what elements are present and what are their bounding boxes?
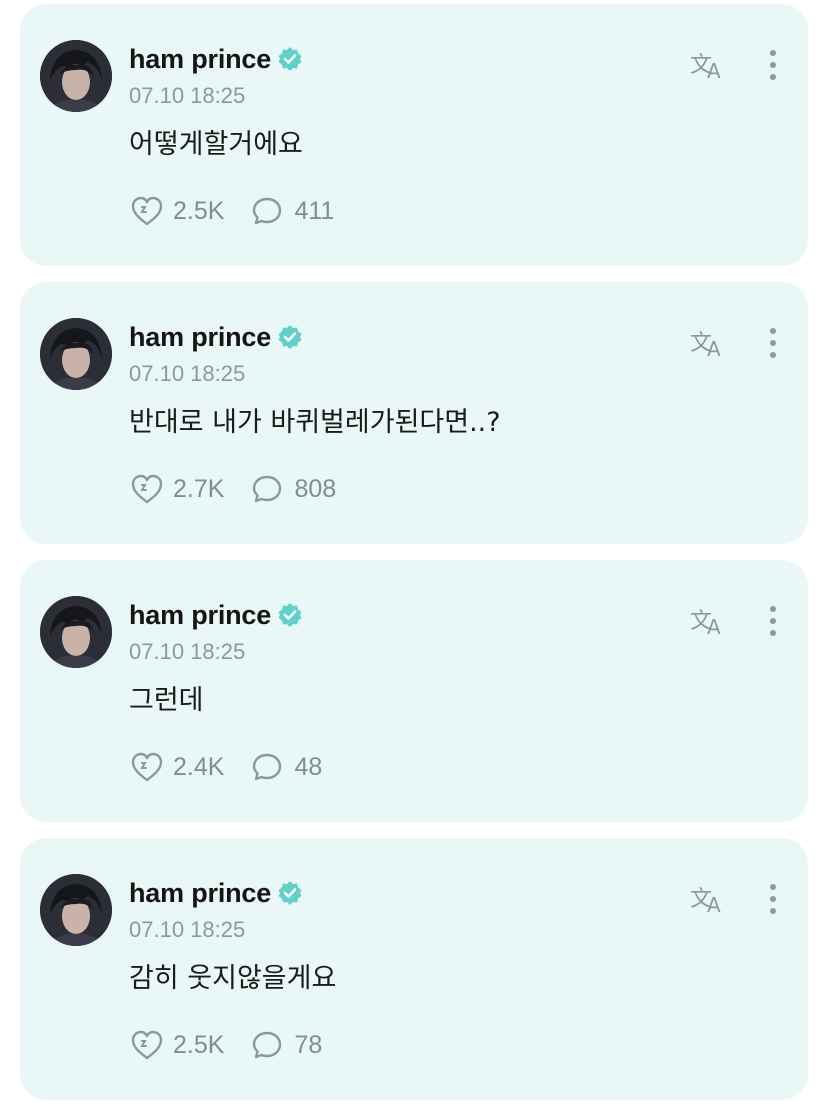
like-button[interactable]: 2.4K: [129, 750, 224, 784]
post-stats: 2.4K 48: [129, 750, 322, 784]
author-name[interactable]: ham prince: [129, 44, 271, 75]
author-row: ham prince: [129, 598, 303, 632]
translate-icon[interactable]: 文 A: [690, 604, 730, 639]
like-count: 2.4K: [173, 752, 225, 781]
post-timestamp: 07.10 18:25: [129, 83, 246, 108]
post-stats: 2.5K 78: [129, 1028, 322, 1062]
post-stats: 2.7K 808: [129, 472, 336, 506]
comment-count: 78: [294, 1030, 323, 1059]
post-card[interactable]: ham prince 07.10 18:25 어떻게할거에요 文 A 2.5K …: [20, 4, 808, 266]
comment-button[interactable]: 48: [250, 750, 322, 784]
like-button[interactable]: 2.7K: [129, 472, 224, 506]
verified-badge-icon: [277, 602, 303, 628]
comment-icon: [250, 472, 286, 506]
author-name[interactable]: ham prince: [129, 878, 271, 909]
author-row: ham prince: [129, 42, 303, 76]
author-name[interactable]: ham prince: [129, 600, 271, 631]
author-row: ham prince: [129, 320, 303, 354]
more-vertical-icon[interactable]: [768, 326, 778, 360]
post-text: 반대로 내가 바퀴벌레가된다면..?: [129, 407, 501, 438]
translate-icon[interactable]: 文 A: [690, 882, 730, 917]
svg-text:A: A: [707, 59, 721, 82]
avatar[interactable]: [40, 874, 112, 946]
post-timestamp: 07.10 18:25: [129, 361, 246, 386]
post-text: 어떻게할거에요: [129, 129, 303, 160]
like-count: 2.5K: [173, 1030, 225, 1059]
heart-icon: [129, 750, 165, 784]
author-name[interactable]: ham prince: [129, 322, 271, 353]
more-vertical-icon[interactable]: [768, 48, 778, 82]
comment-count: 48: [294, 752, 323, 781]
like-count: 2.5K: [173, 196, 225, 225]
heart-icon: [129, 1028, 165, 1062]
post-timestamp: 07.10 18:25: [129, 639, 246, 664]
comment-button[interactable]: 78: [250, 1028, 322, 1062]
like-button[interactable]: 2.5K: [129, 194, 224, 228]
translate-icon[interactable]: 文 A: [690, 48, 730, 83]
avatar[interactable]: [40, 596, 112, 668]
svg-text:A: A: [707, 337, 721, 360]
like-button[interactable]: 2.5K: [129, 1028, 224, 1062]
post-feed: ham prince 07.10 18:25 어떻게할거에요 文 A 2.5K …: [0, 0, 828, 1110]
comment-icon: [250, 194, 286, 228]
verified-badge-icon: [277, 880, 303, 906]
post-card[interactable]: ham prince 07.10 18:25 그런데 文 A 2.4K 48: [20, 560, 808, 822]
svg-text:A: A: [707, 615, 721, 638]
comment-button[interactable]: 808: [250, 472, 336, 506]
post-card[interactable]: ham prince 07.10 18:25 감히 웃지않을게요 文 A 2.5…: [20, 838, 808, 1100]
translate-icon[interactable]: 文 A: [690, 326, 730, 361]
like-count: 2.7K: [173, 474, 225, 503]
comment-icon: [250, 750, 286, 784]
avatar[interactable]: [40, 318, 112, 390]
svg-text:A: A: [707, 893, 721, 916]
post-text: 그런데: [129, 685, 204, 716]
post-timestamp: 07.10 18:25: [129, 917, 246, 942]
heart-icon: [129, 194, 165, 228]
post-text: 감히 웃지않을게요: [129, 963, 337, 994]
more-vertical-icon[interactable]: [768, 604, 778, 638]
comment-icon: [250, 1028, 286, 1062]
author-row: ham prince: [129, 876, 303, 910]
more-vertical-icon[interactable]: [768, 882, 778, 916]
comment-count: 808: [294, 474, 337, 503]
heart-icon: [129, 472, 165, 506]
verified-badge-icon: [277, 324, 303, 350]
comment-button[interactable]: 411: [250, 194, 334, 228]
avatar[interactable]: [40, 40, 112, 112]
comment-count: 411: [294, 196, 335, 225]
post-stats: 2.5K 411: [129, 194, 334, 228]
post-card[interactable]: ham prince 07.10 18:25 반대로 내가 바퀴벌레가된다면..…: [20, 282, 808, 544]
verified-badge-icon: [277, 46, 303, 72]
